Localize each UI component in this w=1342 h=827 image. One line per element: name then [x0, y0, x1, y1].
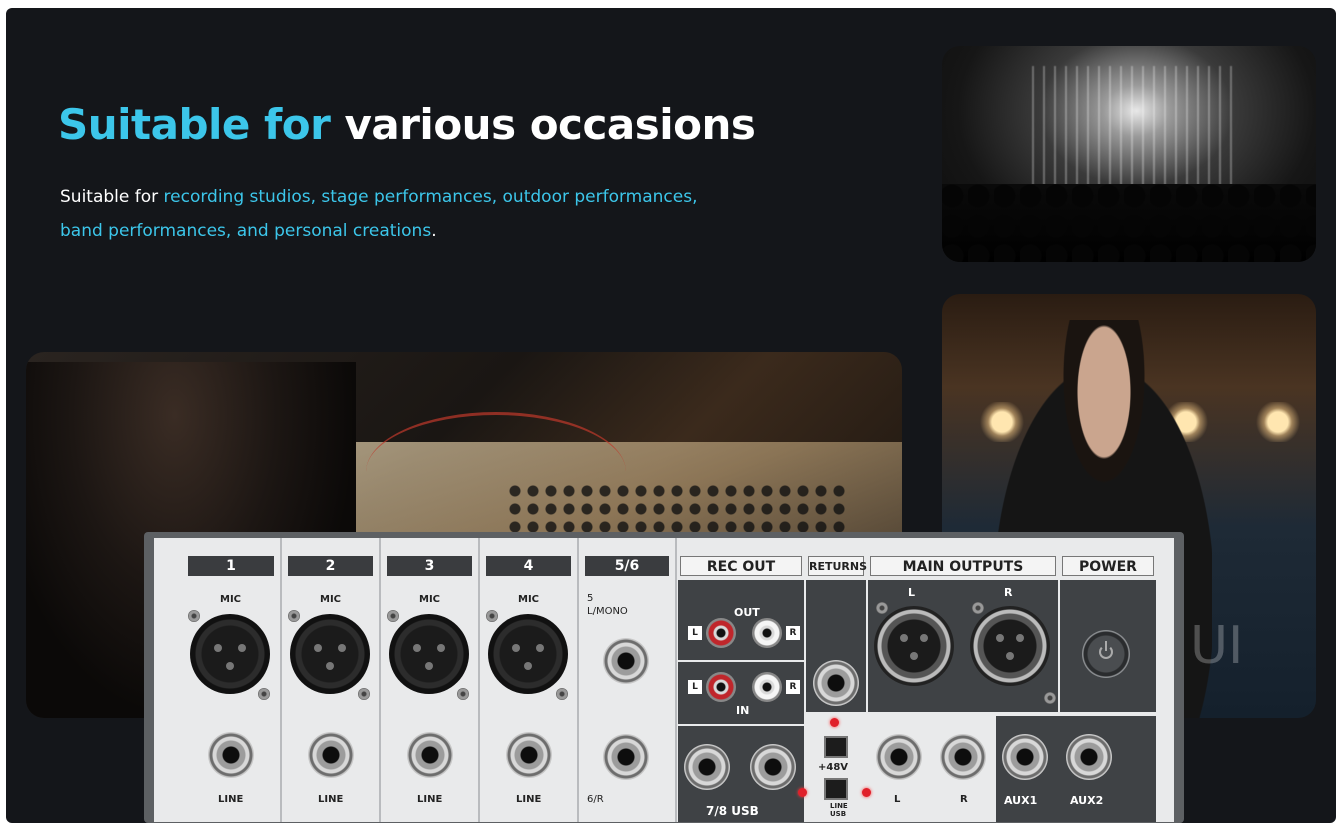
main-right-jack-label: R	[960, 794, 968, 805]
return-jack[interactable]	[813, 660, 859, 706]
aux2-jack[interactable]	[1066, 734, 1112, 780]
line-input-jack[interactable]	[407, 732, 453, 778]
ch5-line-jack[interactable]	[603, 638, 649, 684]
crowd-silhouette	[942, 184, 1316, 262]
line-label: LINE	[417, 794, 443, 805]
phantom-label: +48V	[818, 762, 849, 773]
rca-left-label: L	[688, 680, 702, 694]
main-left-xlr-output[interactable]	[874, 606, 954, 686]
screw-icon	[486, 610, 498, 622]
description-end: .	[431, 221, 437, 241]
usb-label: 7/8 USB	[706, 804, 759, 818]
mic-label: MIC	[419, 594, 441, 605]
background-sign: UI	[1190, 616, 1244, 676]
mic-label: MIC	[518, 594, 540, 605]
line-label: LINE	[516, 794, 542, 805]
mixer-rear-panel: 1 MIC LINE 2 MIC LINE 3 MIC LINE 4 MIC L…	[144, 532, 1184, 823]
screw-icon	[876, 602, 888, 614]
channel-strip-1: 1 MIC LINE	[182, 538, 282, 822]
main-outputs-header: MAIN OUTPUTS	[870, 556, 1056, 576]
screw-icon	[972, 602, 984, 614]
screw-icon	[1044, 692, 1056, 704]
screw-icon	[387, 610, 399, 622]
aux1-label: AUX1	[1004, 794, 1038, 807]
rec-in-rca-left[interactable]	[706, 672, 736, 702]
ch5-mono-label: 5 L/MONO	[587, 593, 628, 617]
aux2-label: AUX2	[1070, 794, 1104, 807]
mic-label: MIC	[320, 594, 342, 605]
line-usb-switch[interactable]	[824, 778, 848, 800]
usb-7-jack[interactable]	[684, 744, 730, 790]
headline-accent: Suitable for	[58, 100, 331, 149]
channel-strip-3: 3 MIC LINE	[381, 538, 480, 822]
headline: Suitable for various occasions	[58, 100, 756, 149]
power-block	[1060, 580, 1156, 712]
line-usb-label: LINE USB	[830, 802, 848, 818]
ch6-line-jack[interactable]	[603, 734, 649, 780]
status-led-right	[862, 788, 871, 797]
rca-left-label: L	[688, 626, 702, 640]
main-right-xlr-output[interactable]	[970, 606, 1050, 686]
ch6-label: 6/R	[587, 794, 604, 805]
channel-number: 2	[288, 556, 373, 576]
main-outputs-block: L R	[868, 580, 1058, 712]
channel-number: 4	[486, 556, 571, 576]
rec-out-block: OUT L R L R IN 7/8 USB	[678, 580, 804, 822]
rca-right-label: R	[786, 626, 800, 640]
screw-icon	[358, 688, 370, 700]
channel-number: 5/6	[585, 556, 669, 576]
status-led-left	[798, 788, 807, 797]
description-lead: Suitable for	[60, 187, 164, 207]
headline-rest: various occasions	[330, 100, 756, 149]
rec-out-rca-left[interactable]	[706, 618, 736, 648]
concert-crowd-photo	[942, 46, 1316, 262]
phantom-48v-button[interactable]	[824, 736, 848, 758]
description: Suitable for recording studios, stage pe…	[60, 180, 720, 248]
power-header: POWER	[1062, 556, 1154, 576]
returns-block	[806, 580, 866, 712]
main-right-label: R	[1004, 586, 1013, 599]
screw-icon	[457, 688, 469, 700]
mic-label: MIC	[220, 594, 242, 605]
line-input-jack[interactable]	[308, 732, 354, 778]
line-input-jack[interactable]	[208, 732, 254, 778]
power-button[interactable]	[1082, 630, 1130, 678]
channel-strip-2: 2 MIC LINE	[282, 538, 381, 822]
patch-cables	[366, 412, 626, 532]
channel-number: 1	[188, 556, 274, 576]
usb-8-jack[interactable]	[750, 744, 796, 790]
xlr-input-jack[interactable]	[488, 614, 568, 694]
screw-icon	[258, 688, 270, 700]
channel-strip-4: 4 MIC LINE	[480, 538, 579, 822]
rca-right-label: R	[786, 680, 800, 694]
mixer-panel-face: 1 MIC LINE 2 MIC LINE 3 MIC LINE 4 MIC L…	[154, 538, 1174, 822]
line-label: LINE	[218, 794, 244, 805]
main-left-jack-label: L	[894, 794, 901, 805]
rec-out-header: REC OUT	[680, 556, 802, 576]
rec-in-label: IN	[736, 704, 750, 717]
rec-in-rca-right[interactable]	[752, 672, 782, 702]
phantom-led	[830, 718, 839, 727]
aux1-jack[interactable]	[1002, 734, 1048, 780]
line-input-jack[interactable]	[506, 732, 552, 778]
xlr-input-jack[interactable]	[389, 614, 469, 694]
screw-icon	[556, 688, 568, 700]
rec-out-rca-right[interactable]	[752, 618, 782, 648]
xlr-input-jack[interactable]	[290, 614, 370, 694]
stage-light-beams	[1032, 66, 1232, 186]
channel-number: 3	[387, 556, 472, 576]
aux-block: AUX1 AUX2	[996, 716, 1156, 822]
main-left-label: L	[908, 586, 916, 599]
channel-strip-5-6: 5/6 5 L/MONO 6/R	[579, 538, 677, 822]
rec-out-label: OUT	[734, 606, 760, 619]
line-label: LINE	[318, 794, 344, 805]
returns-header: RETURNS	[808, 556, 867, 576]
main-left-jack[interactable]	[876, 734, 922, 780]
screw-icon	[188, 610, 200, 622]
main-right-jack[interactable]	[940, 734, 986, 780]
screw-icon	[288, 610, 300, 622]
xlr-input-jack[interactable]	[190, 614, 270, 694]
